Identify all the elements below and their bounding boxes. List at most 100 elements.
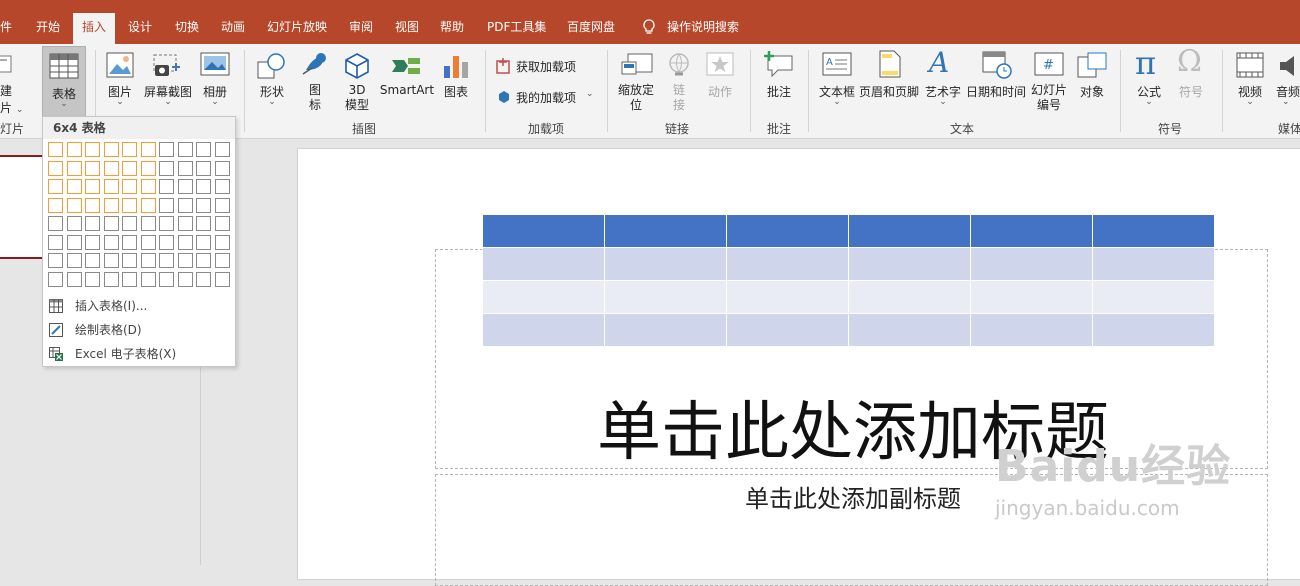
grid-cell-r3-c1[interactable] — [48, 179, 63, 194]
grid-cell-r7-c7[interactable] — [159, 253, 174, 268]
grid-cell-r3-c4[interactable] — [103, 179, 119, 194]
tab-baidu-netdisk[interactable]: 百度网盘 — [567, 18, 615, 36]
grid-cell-r5-c6[interactable] — [140, 216, 156, 231]
grid-cell-r1-c2[interactable] — [66, 142, 82, 157]
tab-view[interactable]: 视图 — [395, 18, 419, 36]
icons-button[interactable]: 图 标 — [300, 83, 330, 113]
chart-button[interactable]: 图表 — [440, 83, 472, 100]
grid-cell-r6-c5[interactable] — [122, 234, 137, 250]
grid-cell-r4-c8[interactable] — [177, 197, 193, 213]
tab-home[interactable]: 开始 — [36, 18, 60, 36]
tab-review[interactable]: 审阅 — [349, 18, 373, 36]
tab-pdf-tools[interactable]: PDF工具集 — [487, 18, 546, 36]
grid-cell-r1-c9[interactable] — [196, 142, 211, 157]
grid-cell-r5-c5[interactable] — [122, 216, 137, 231]
tab-help[interactable]: 帮助 — [440, 18, 464, 36]
grid-cell-r8-c6[interactable] — [140, 271, 156, 287]
smartart-button[interactable]: SmartArt — [378, 83, 436, 97]
tell-me-search[interactable]: 操作说明搜索 — [667, 18, 739, 36]
link-button[interactable]: 链 接 — [665, 83, 693, 113]
grid-cell-r4-c9[interactable] — [196, 197, 211, 213]
grid-cell-r2-c8[interactable] — [177, 160, 193, 176]
date-time-button[interactable]: 日期和时间 — [964, 83, 1028, 100]
grid-cell-r3-c3[interactable] — [85, 179, 100, 194]
3d-models-button[interactable]: 3D 模型 — [341, 83, 373, 113]
grid-cell-r6-c9[interactable] — [196, 234, 211, 250]
grid-cell-r5-c2[interactable] — [66, 216, 82, 231]
grid-cell-r8-c10[interactable] — [214, 271, 230, 287]
grid-cell-r1-c1[interactable] — [48, 142, 63, 157]
grid-cell-r3-c5[interactable] — [122, 179, 137, 194]
grid-cell-r6-c6[interactable] — [140, 234, 156, 250]
grid-cell-r6-c2[interactable] — [66, 234, 82, 250]
grid-cell-r5-c3[interactable] — [85, 216, 100, 231]
grid-cell-r4-c1[interactable] — [48, 197, 63, 213]
grid-cell-r6-c1[interactable] — [48, 234, 63, 250]
grid-cell-r7-c10[interactable] — [214, 253, 230, 268]
grid-cell-r4-c2[interactable] — [66, 197, 82, 213]
grid-cell-r4-c4[interactable] — [103, 197, 119, 213]
grid-cell-r4-c7[interactable] — [159, 197, 174, 213]
tab-animations[interactable]: 动画 — [221, 18, 245, 36]
grid-cell-r2-c1[interactable] — [48, 160, 63, 176]
excel-spreadsheet-menu-item[interactable]: Excel 电子表格(X) — [43, 343, 235, 365]
slide-thumbnail-1[interactable] — [0, 155, 46, 259]
grid-cell-r3-c8[interactable] — [177, 179, 193, 194]
grid-cell-r2-c10[interactable] — [214, 160, 230, 176]
grid-cell-r7-c3[interactable] — [85, 253, 100, 268]
grid-cell-r8-c1[interactable] — [48, 271, 63, 287]
grid-cell-r2-c5[interactable] — [122, 160, 137, 176]
my-addins-button[interactable]: 我的加载项 — [516, 89, 576, 106]
slide-number-button[interactable]: 幻灯片 编号 — [1028, 83, 1070, 113]
insert-table-menu-item[interactable]: 插入表格(I)... — [43, 295, 235, 317]
object-button[interactable]: 对象 — [1074, 83, 1110, 100]
table-preview[interactable] — [482, 214, 1215, 347]
grid-cell-r4-c10[interactable] — [214, 197, 230, 213]
grid-cell-r1-c6[interactable] — [140, 142, 156, 157]
tab-file[interactable]: 件 — [0, 18, 12, 36]
grid-cell-r5-c8[interactable] — [177, 216, 193, 231]
grid-cell-r6-c4[interactable] — [103, 234, 119, 250]
grid-cell-r6-c3[interactable] — [85, 234, 100, 250]
grid-cell-r1-c7[interactable] — [159, 142, 174, 157]
grid-cell-r5-c4[interactable] — [103, 216, 119, 231]
comment-button[interactable]: 批注 — [762, 83, 796, 100]
grid-cell-r4-c5[interactable] — [122, 197, 137, 213]
grid-cell-r7-c1[interactable] — [48, 253, 63, 268]
grid-cell-r5-c7[interactable] — [159, 216, 174, 231]
grid-cell-r6-c8[interactable] — [177, 234, 193, 250]
grid-cell-r1-c4[interactable] — [103, 142, 119, 157]
grid-cell-r3-c10[interactable] — [214, 179, 230, 194]
tab-slideshow[interactable]: 幻灯片放映 — [267, 18, 327, 36]
grid-cell-r8-c5[interactable] — [122, 271, 137, 287]
grid-cell-r7-c4[interactable] — [103, 253, 119, 268]
grid-cell-r7-c5[interactable] — [122, 253, 137, 268]
tab-insert[interactable]: 插入 — [73, 13, 116, 44]
get-addins-button[interactable]: 获取加载项 — [516, 58, 576, 75]
grid-cell-r5-c9[interactable] — [196, 216, 211, 231]
zoom-button[interactable]: 缩放定 位 — [612, 83, 660, 113]
grid-cell-r8-c4[interactable] — [103, 271, 119, 287]
grid-cell-r2-c3[interactable] — [85, 160, 100, 176]
grid-cell-r2-c2[interactable] — [66, 160, 82, 176]
tab-design[interactable]: 设计 — [128, 18, 152, 36]
symbol-button[interactable]: 符号 — [1172, 83, 1210, 100]
grid-cell-r3-c6[interactable] — [140, 179, 156, 194]
grid-cell-r7-c9[interactable] — [196, 253, 211, 268]
grid-cell-r3-c7[interactable] — [159, 179, 174, 194]
grid-cell-r2-c6[interactable] — [140, 160, 156, 176]
new-slide-button[interactable]: 建 片 ⌄ — [0, 55, 23, 116]
grid-cell-r7-c6[interactable] — [140, 253, 156, 268]
grid-cell-r1-c5[interactable] — [122, 142, 137, 157]
grid-cell-r2-c9[interactable] — [196, 160, 211, 176]
grid-cell-r8-c3[interactable] — [85, 271, 100, 287]
grid-cell-r4-c6[interactable] — [140, 197, 156, 213]
grid-cell-r4-c3[interactable] — [85, 197, 100, 213]
header-footer-button[interactable]: 页眉和页脚 — [858, 83, 920, 100]
grid-cell-r7-c8[interactable] — [177, 253, 193, 268]
grid-cell-r1-c3[interactable] — [85, 142, 100, 157]
tab-transitions[interactable]: 切换 — [175, 18, 199, 36]
grid-cell-r5-c1[interactable] — [48, 216, 63, 231]
action-button[interactable]: 动作 — [700, 83, 740, 100]
grid-cell-r3-c2[interactable] — [66, 179, 82, 194]
